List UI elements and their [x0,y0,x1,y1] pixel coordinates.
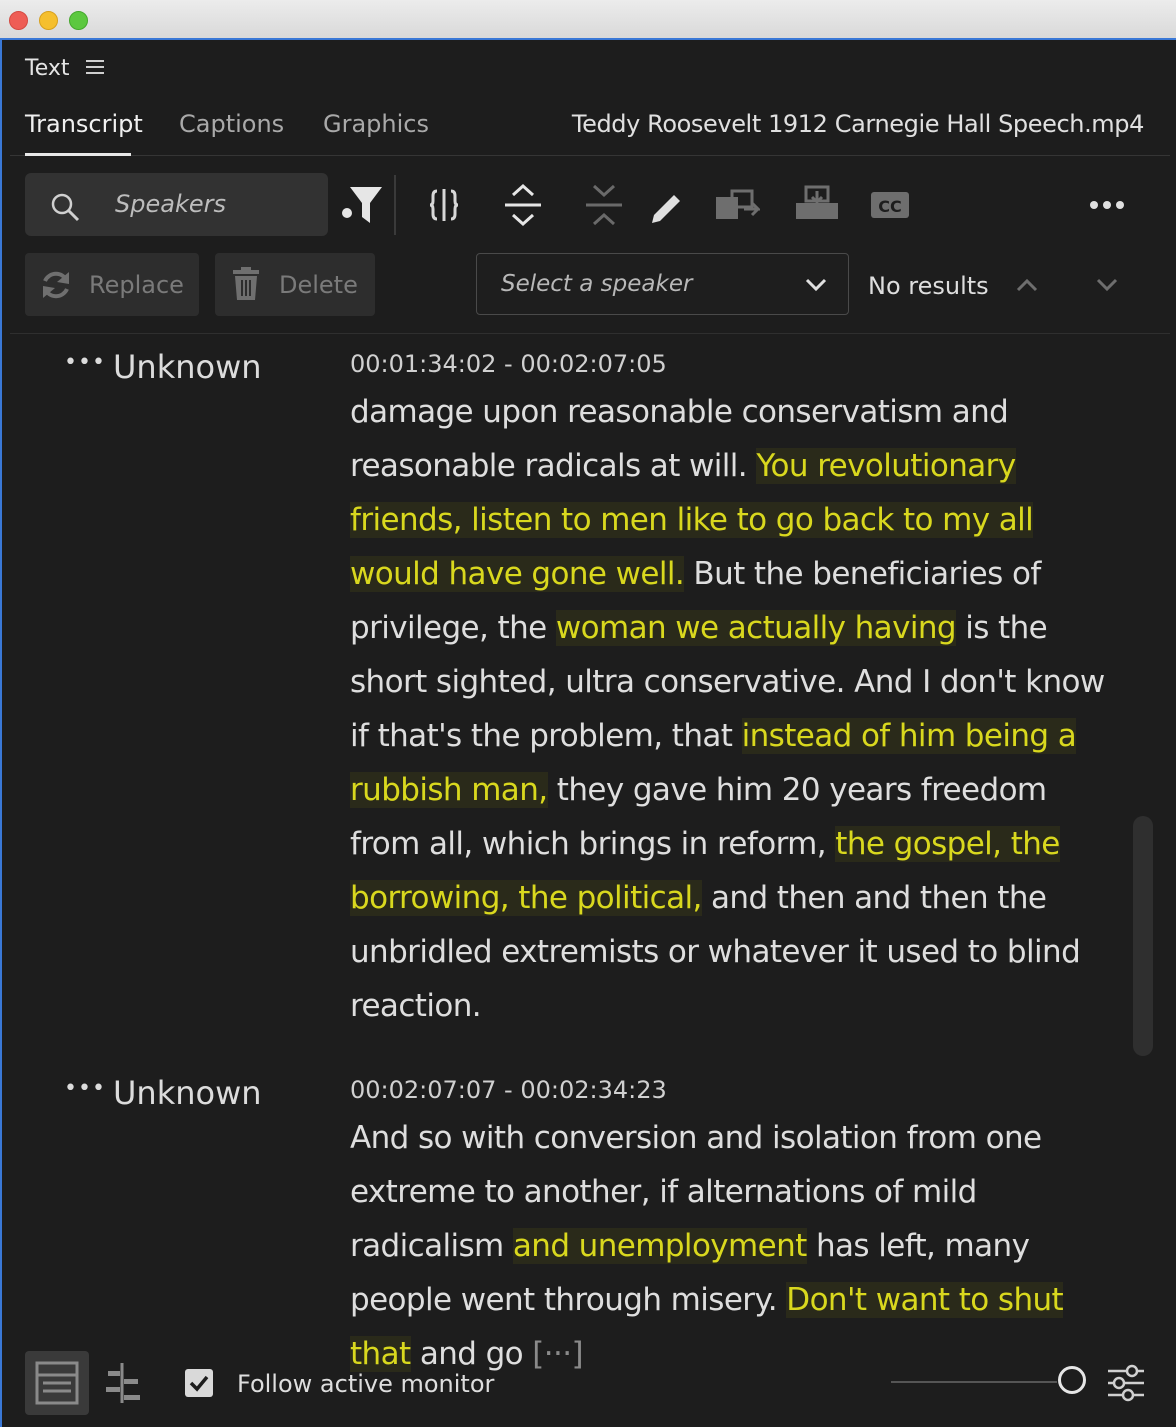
speaker-options-icon[interactable]: ••• [64,350,106,375]
minimize-window-button[interactable] [39,11,58,30]
filter-icon[interactable] [338,183,384,227]
transcript-text[interactable]: and go [411,1336,533,1372]
tab-graphics[interactable]: Graphics [323,110,429,138]
highlighted-phrase[interactable]: and unemployment [512,1228,807,1264]
timeline-view-icon [106,1363,140,1403]
toolbar-divider [394,175,396,235]
overwrite-clip-icon[interactable] [794,185,840,223]
segment-timecode: 00:01:34:02 - 00:02:07:05 [350,350,667,378]
expand-icon[interactable] [503,183,543,227]
search-icon [51,193,80,222]
settings-sliders-icon[interactable] [1106,1364,1146,1402]
segment-timecode: 00:02:07:07 - 00:02:34:23 [350,1076,667,1104]
split-segment-icon[interactable] [428,187,460,223]
collapse-icon[interactable] [584,183,624,227]
search-results-status: No results [868,272,989,300]
panel-title: Text [25,56,70,81]
tab-captions[interactable]: Captions [179,110,284,138]
transcript-view-button[interactable] [25,1351,89,1415]
zoom-slider-handle[interactable] [1058,1366,1086,1394]
delete-label: Delete [279,271,358,299]
follow-monitor-checkbox[interactable] [185,1369,213,1397]
follow-monitor-label: Follow active monitor [237,1370,495,1398]
delete-button[interactable]: Delete [215,253,375,316]
pencil-icon[interactable] [648,187,686,225]
timeline-view-button[interactable] [90,1351,154,1415]
close-window-button[interactable] [9,11,28,30]
replace-label: Replace [89,271,184,299]
highlighted-phrase[interactable]: woman we actually having [555,610,957,646]
next-result-icon[interactable] [1096,278,1118,292]
toolbar-divider-horizontal [10,333,1170,334]
previous-result-icon[interactable] [1016,278,1038,292]
transcript-paragraph[interactable]: damage upon reasonable conservatism and … [350,385,1110,1033]
speaker-name[interactable]: Unknown [113,348,262,386]
active-tab-indicator [25,153,131,156]
speaker-select[interactable]: Select a speaker [476,253,849,315]
search-placeholder: Speakers [115,190,226,218]
transcript-paragraph[interactable]: And so with conversion and isolation fro… [350,1111,1110,1381]
truncated-text-marker[interactable]: [···] [532,1336,583,1372]
file-name: Teddy Roosevelt 1912 Carnegie Hall Speec… [571,110,1144,138]
transcript-view-icon [35,1361,79,1405]
scrollbar-thumb[interactable] [1133,816,1153,1056]
speaker-name[interactable]: Unknown [113,1074,262,1112]
tab-divider [10,155,1170,156]
svg-text:CC: CC [878,197,901,216]
speaker-options-icon[interactable]: ••• [64,1076,106,1101]
more-options-icon[interactable] [1089,199,1125,211]
zoom-window-button[interactable] [69,11,88,30]
checkmark-icon [189,1375,209,1392]
speaker-select-placeholder: Select a speaker [501,271,693,297]
chevron-down-icon [805,278,827,292]
tab-transcript[interactable]: Transcript [25,110,143,138]
replace-button[interactable]: Replace [25,253,199,316]
trash-icon [233,267,259,300]
search-input[interactable]: Speakers [25,173,328,236]
zoom-slider-track[interactable] [891,1381,1057,1383]
closed-captions-icon[interactable]: CC [870,191,910,219]
insert-clip-icon[interactable] [714,187,760,223]
panel-menu-icon[interactable] [86,60,104,76]
window-titlebar [0,0,1176,40]
replace-icon [43,271,69,299]
